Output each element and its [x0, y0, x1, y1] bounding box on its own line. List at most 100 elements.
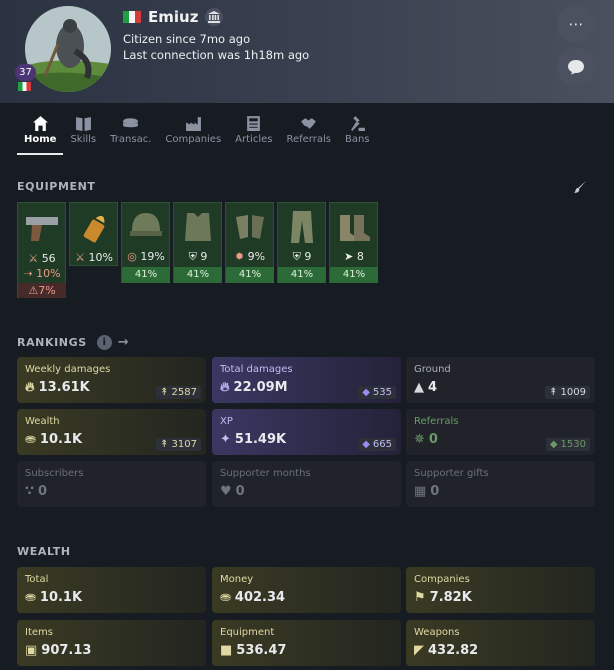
card-label: Items [25, 627, 53, 638]
card-label: XP [220, 416, 233, 427]
card-value: ▦ 0 [414, 484, 587, 499]
wealth-weapons[interactable]: Weapons ◤ 432.82 [406, 620, 595, 666]
stat-value: 9 [304, 250, 312, 263]
tab-skills[interactable]: Skills [63, 115, 103, 155]
tab-transactions[interactable]: Transac. [103, 115, 158, 155]
rank-text: 535 [372, 387, 392, 398]
value-text: 0 [428, 432, 438, 447]
brush-icon[interactable] [573, 180, 587, 194]
tab-label: Companies [165, 134, 222, 145]
value-text: 7.82K [429, 590, 472, 605]
weapon-warning-stat: ⚠7% [18, 283, 66, 298]
sword-icon: ⚔ [75, 251, 85, 264]
equipment-slot-ammo[interactable]: ⚔ 10% [69, 202, 118, 266]
helmet-crit-stat: ◎ 19% [122, 250, 170, 263]
shirt-icon: ■ [220, 643, 233, 658]
wealth-equipment[interactable]: Equipment ■ 536.47 [212, 620, 401, 666]
value-text: 536.47 [236, 643, 287, 658]
chevrons-up-icon: ↟ [160, 387, 169, 398]
value-text: 402.34 [234, 590, 286, 605]
tab-companies[interactable]: Companies [158, 115, 228, 155]
wealth-items[interactable]: Items ▣ 907.13 [17, 620, 206, 666]
value-text: 51.49K [234, 432, 287, 447]
rank-badge: ◆ 1530 [545, 438, 590, 451]
country-flag[interactable] [123, 11, 141, 23]
tab-articles[interactable]: Articles [228, 115, 279, 155]
card-value: ▣ 907.13 [25, 643, 198, 658]
tab-label: Home [24, 134, 57, 145]
tab-bans[interactable]: Bans [338, 115, 377, 155]
ranking-total-damages[interactable]: Total damages 🔥︎ 22.09M ◆ 535 [212, 357, 401, 403]
factory-icon: ⚑ [414, 590, 426, 605]
tab-home[interactable]: Home [17, 115, 64, 155]
boots-durability: 41% [330, 267, 378, 283]
gun-icon: ◤ [414, 643, 424, 658]
more-options-button[interactable]: ⋯ [557, 5, 595, 43]
ranking-supporter-gifts[interactable]: Supporter gifts ▦ 0 [406, 461, 595, 507]
equipment-slot-gloves[interactable]: ✹ 9% 41% [225, 202, 274, 283]
government-icon[interactable] [205, 8, 224, 26]
stat-value: 9% [247, 250, 266, 263]
ranking-subscribers[interactable]: Subscribers ∵ 0 [17, 461, 206, 507]
value-text: 4 [428, 380, 438, 395]
wealth-companies[interactable]: Companies ⚑ 7.82K [406, 567, 595, 613]
home-icon [32, 116, 48, 131]
profile-header: 37 Emiuz Citizen since 7mo ago Last conn… [0, 0, 614, 103]
chevrons-up-icon: ↟ [160, 439, 169, 450]
value-text: 432.82 [428, 643, 479, 658]
heart-icon: ♥ [220, 484, 232, 499]
card-label: Companies [414, 574, 470, 585]
tab-referrals[interactable]: Referrals [279, 115, 338, 155]
card-value: ⛂ 402.34 [220, 590, 393, 605]
vest-icon [185, 213, 211, 241]
ranking-wealth[interactable]: Wealth ⛂ 10.1K ↟ 3107 [17, 409, 206, 455]
equipment-slot-boots[interactable]: ➤ 8 41% [329, 202, 378, 283]
wealth-money[interactable]: Money ⛂ 402.34 [212, 567, 401, 613]
card-label: Referrals [414, 416, 459, 427]
wealth-total[interactable]: Total ⛂ 10.1K [17, 567, 206, 613]
tab-label: Articles [235, 134, 273, 145]
target-icon: ◎ [127, 250, 137, 263]
card-label: Subscribers [25, 468, 84, 479]
rank-text: 3107 [171, 439, 197, 450]
rank-text: 2587 [171, 387, 197, 398]
rank-text: 1009 [560, 387, 586, 398]
ranking-ground[interactable]: Ground ▲ 4 ↟ 1009 [406, 357, 595, 403]
card-label: Supporter gifts [414, 468, 489, 479]
player-name: Emiuz [148, 8, 199, 26]
ranking-referrals[interactable]: Referrals ✵ 0 ◆ 1530 [406, 409, 595, 455]
ranking-weekly-damages[interactable]: Weekly damages 🔥︎ 13.61K ↟ 2587 [17, 357, 206, 403]
helmet-durability: 41% [122, 267, 170, 283]
equipment-slot-chest[interactable]: ⛨ 9 41% [173, 202, 222, 283]
gloves-icon [236, 215, 264, 239]
boots-icon [340, 215, 370, 241]
stat-value: 8 [356, 250, 364, 263]
book-icon [75, 117, 91, 131]
diamond-icon: ◆ [362, 439, 370, 450]
rss-icon: ∵ [25, 484, 35, 499]
handshake-icon: ✵ [414, 432, 425, 447]
arrow-right-icon[interactable]: → [118, 335, 129, 350]
gloves-durability: 41% [226, 267, 274, 283]
message-button[interactable] [557, 48, 595, 86]
warning-icon: ⚠ [28, 284, 39, 297]
flame-icon: 🔥︎ [220, 380, 230, 395]
gloves-stat: ✹ 9% [226, 250, 274, 263]
stat-value: 10% [36, 267, 61, 280]
card-label: Wealth [25, 416, 60, 427]
tab-label: Transac. [110, 134, 152, 145]
handshake-icon [301, 118, 317, 129]
rankings-header: RANKINGS i → [17, 335, 129, 350]
equipment-slot-weapon[interactable]: ⚔ 56 ➝ 10% ⚠7% [17, 202, 66, 298]
last-connection: Last connection was 1h18m ago [123, 48, 310, 62]
ranking-xp[interactable]: XP ✦ 51.49K ◆ 665 [212, 409, 401, 455]
ranking-supporter-months[interactable]: Supporter months ♥ 0 [212, 461, 401, 507]
coins-icon [123, 118, 139, 128]
card-label: Supporter months [220, 468, 311, 479]
equipment-slot-pants[interactable]: ⛨ 9 41% [277, 202, 326, 283]
info-icon[interactable]: i [96, 335, 112, 350]
name-row: Emiuz [123, 8, 224, 26]
chest-durability: 41% [174, 267, 222, 283]
equipment-slot-helmet[interactable]: ◎ 19% 41% [121, 202, 170, 283]
pistol-icon [26, 217, 58, 241]
